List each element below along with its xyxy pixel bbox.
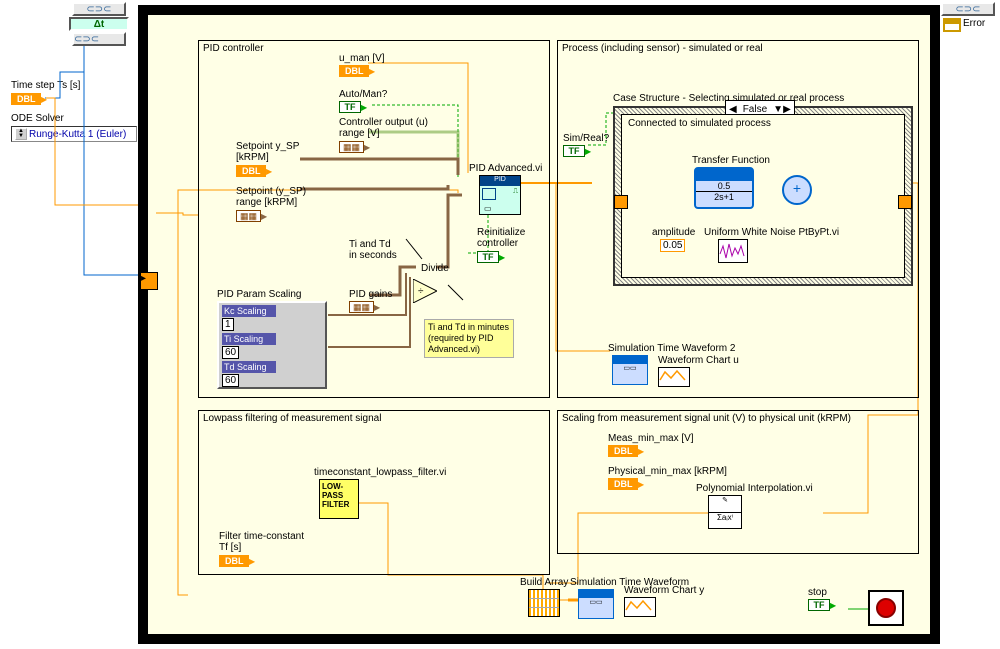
- time-step-label: Time step Ts [s]: [11, 80, 80, 91]
- pid-controller-frame: PID controller u_man [V] DBL▶ Auto/Man? …: [198, 40, 550, 398]
- loop-stop-condition[interactable]: [868, 590, 904, 626]
- simwave-vi[interactable]: ▭▭: [578, 589, 614, 619]
- simwave2-vi[interactable]: ▭▭: [612, 355, 648, 385]
- chart-y-terminal: [624, 597, 656, 617]
- simulation-loop: ▸: [138, 5, 940, 644]
- auto-man-terminal: TF▶: [339, 101, 367, 113]
- time-step-terminal: DBL▶: [11, 93, 47, 105]
- ti-value[interactable]: 60: [222, 346, 239, 359]
- pid-advanced-vi[interactable]: PID ⎍ ▭: [479, 175, 521, 215]
- setpoint-sp-label: Setpoint y_SP [kRPM]: [236, 141, 299, 163]
- setpoint-sp-terminal: DBL▶: [236, 165, 272, 177]
- chart-u-terminal: [658, 367, 690, 387]
- case-tunnel-in: [614, 195, 628, 209]
- scaling-title: Scaling from measurement signal unit (V)…: [562, 413, 851, 424]
- ode-solver-value[interactable]: ▲▼ Runge-Kutta 1 (Euler): [11, 126, 137, 142]
- process-frame: Process (including sensor) - simulated o…: [557, 40, 919, 398]
- sim-real-terminal: TF▶: [563, 145, 591, 157]
- error-terminal: Error: [943, 18, 993, 32]
- pid-scaling-label: PID Param Scaling: [217, 289, 301, 300]
- pid-gains-label: PID gains: [349, 289, 392, 300]
- build-array-node[interactable]: [528, 589, 560, 617]
- poly-label: Polynomial Interpolation.vi: [696, 483, 813, 494]
- meas-terminal: DBL▶: [608, 445, 644, 457]
- svg-text:÷: ÷: [418, 286, 424, 297]
- lowpass-vi[interactable]: LOW- PASS FILTER: [319, 479, 359, 519]
- process-title: Process (including sensor) - simulated o…: [562, 43, 763, 54]
- tf-const-terminal: DBL▶: [219, 555, 255, 567]
- stop-terminal[interactable]: TF▶: [808, 599, 836, 611]
- pid-note: Ti and Td in minutes (required by PID Ad…: [424, 319, 514, 358]
- transfer-function-block[interactable]: 0.5 2s+1: [694, 167, 754, 209]
- timing-node-bottom: ⊂⊃⊂: [72, 32, 126, 46]
- reinit-terminal: TF▶: [477, 251, 505, 263]
- amp-label: amplitude: [652, 227, 695, 238]
- u-man-terminal: DBL▶: [339, 65, 375, 77]
- sim-real-label: Sim/Real?: [563, 133, 609, 144]
- amp-value[interactable]: 0.05: [660, 239, 685, 252]
- td-label: Td Scaling: [222, 361, 276, 373]
- build-array-label: Build Array: [520, 577, 568, 588]
- kc-value[interactable]: 1: [222, 318, 234, 331]
- shift-register-left: ▸: [140, 272, 158, 290]
- pid-param-scaling-cluster: Kc Scaling 1 Ti Scaling 60 Td Scaling 60: [217, 301, 327, 389]
- phys-terminal: DBL▶: [608, 478, 644, 490]
- pid-gains-terminal: ▦▦▶: [349, 301, 380, 313]
- ti-label: Ti Scaling: [222, 333, 276, 345]
- lowpass-title: Lowpass filtering of measurement signal: [203, 413, 381, 424]
- stop-label: stop: [808, 587, 827, 598]
- case-tunnel-out: [898, 195, 912, 209]
- tf-label: Transfer Function: [692, 155, 770, 166]
- ode-solver-label: ODE Solver: [11, 113, 64, 124]
- setpoint-range-terminal: ▦▦▶: [236, 210, 267, 222]
- lowpass-vi-label: timeconstant_lowpass_filter.vi: [314, 467, 446, 478]
- noise-vi-label: Uniform White Noise PtByPt.vi: [704, 227, 839, 238]
- ctrl-out-terminal: ▦▦▶: [339, 141, 370, 153]
- meas-label: Meas_min_max [V]: [608, 433, 694, 444]
- conn-label: Connected to simulated process: [628, 118, 771, 129]
- simwave2-label: Simulation Time Waveform 2: [608, 343, 735, 354]
- u-man-label: u_man [V]: [339, 53, 385, 64]
- dt-indicator: Δt: [69, 17, 129, 31]
- tf-const-label: Filter time-constant Tf [s]: [219, 531, 304, 553]
- chart-y-label: Waveform Chart y: [624, 585, 704, 596]
- ctrl-out-label: Controller output (u) range [V]: [339, 117, 428, 139]
- scaling-frame: Scaling from measurement signal unit (V)…: [557, 410, 919, 554]
- divide-node: ÷: [413, 279, 437, 303]
- poly-vi[interactable]: ✎ Σaᵢxⁱ: [708, 495, 742, 529]
- lowpass-frame: Lowpass filtering of measurement signal …: [198, 410, 550, 575]
- ti-td-sec-label: Ti and Td in seconds: [349, 239, 397, 261]
- setpoint-range-label: Setpoint (y_SP) range [kRPM]: [236, 186, 306, 208]
- timing-node-top: ⊂⊃⊂: [72, 2, 126, 16]
- divide-label: Divide: [421, 263, 449, 274]
- td-value[interactable]: 60: [222, 374, 239, 387]
- error-timing-node: ⊂⊃⊂: [941, 2, 995, 16]
- chart-u-label: Waveform Chart u: [658, 355, 739, 366]
- add-node: +: [782, 175, 812, 205]
- pid-vi-label: PID Advanced.vi: [469, 163, 542, 174]
- pid-title: PID controller: [203, 43, 264, 54]
- noise-vi[interactable]: [718, 239, 748, 263]
- kc-label: Kc Scaling: [222, 305, 276, 317]
- auto-man-label: Auto/Man?: [339, 89, 387, 100]
- case-structure: ◀False▼▶ Connected to simulated process …: [613, 106, 913, 286]
- reinit-label: Reinitialize controller: [477, 227, 525, 249]
- phys-label: Physical_min_max [kRPM]: [608, 466, 727, 477]
